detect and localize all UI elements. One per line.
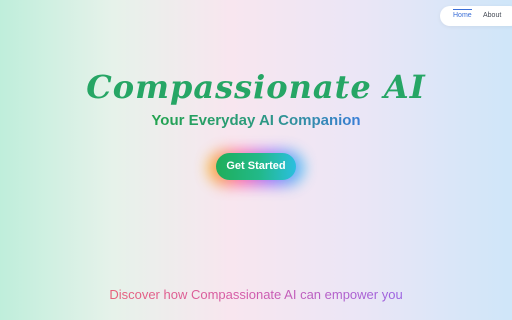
footer-tagline: Discover how Compassionate AI can empowe… bbox=[0, 286, 512, 304]
top-nav: Home About bbox=[440, 6, 512, 26]
hero-subtitle: Your Everyday AI Companion bbox=[0, 111, 512, 131]
nav-home-link[interactable]: Home bbox=[453, 9, 472, 21]
get-started-button[interactable]: Get Started bbox=[216, 153, 296, 180]
hero-subtitle-text: Your Everyday AI Companion bbox=[151, 112, 361, 129]
hero-title: Compassionate AI bbox=[86, 68, 426, 107]
footer-tagline-text: Discover how Compassionate AI can empowe… bbox=[109, 287, 403, 302]
nav-about-link[interactable]: About bbox=[483, 11, 501, 21]
